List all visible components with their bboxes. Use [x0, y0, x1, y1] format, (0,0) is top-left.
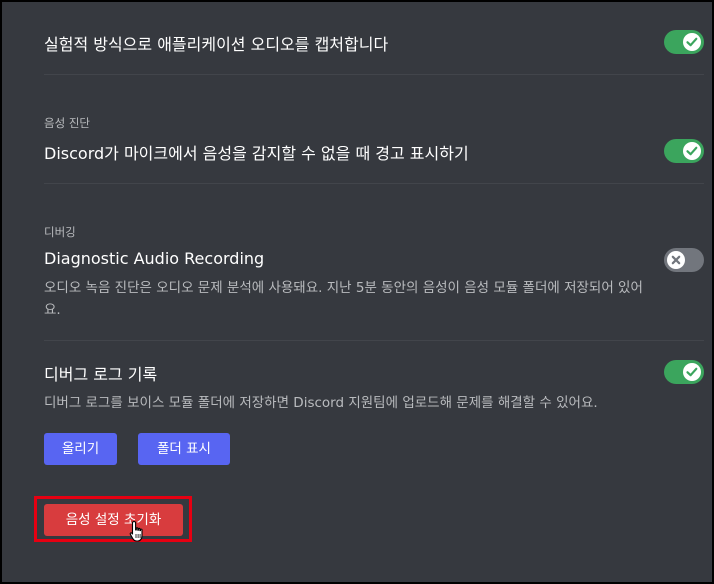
check-icon — [686, 37, 698, 47]
debug-log-toggle[interactable] — [664, 360, 704, 384]
check-icon — [686, 367, 698, 377]
description-line: 요. — [44, 302, 61, 318]
debug-log-description: 디버그 로그를 보이스 모듈 폴더에 저장하면 Discord 지원팀에 업로드… — [44, 395, 598, 411]
toggle-knob — [667, 251, 685, 269]
debug-log-title: 디버그 로그 기록 — [44, 365, 158, 384]
voice-diagnostics-label: 음성 진단 — [44, 116, 90, 130]
capture-audio-toggle[interactable] — [664, 30, 704, 54]
hand-cursor-icon — [129, 520, 143, 542]
voice-warning-title: Discord가 마이크에서 음성을 감지할 수 없을 때 경고 표시하기 — [44, 144, 469, 163]
divider — [44, 74, 704, 75]
diagnostic-recording-description: 오디오 녹음 진단은 오디오 문제 분석에 사용돼요. 지난 5분 동안의 음성… — [44, 277, 709, 321]
highlight-box — [34, 496, 192, 542]
x-icon — [671, 255, 681, 265]
divider — [44, 340, 704, 341]
toggle-knob — [683, 33, 701, 51]
voice-warning-toggle[interactable] — [664, 139, 704, 163]
divider — [44, 183, 704, 184]
show-folder-button[interactable]: 폴더 표시 — [138, 433, 230, 465]
check-icon — [686, 146, 698, 156]
description-line: 오디오 녹음 진단은 오디오 문제 분석에 사용돼요. 지난 5분 동안의 음성… — [44, 280, 643, 296]
toggle-knob — [683, 142, 701, 160]
upload-button[interactable]: 올리기 — [44, 433, 117, 465]
toggle-knob — [683, 363, 701, 381]
diagnostic-recording-toggle[interactable] — [664, 248, 704, 272]
debugging-label: 디버깅 — [44, 225, 76, 239]
capture-audio-title: 실험적 방식으로 애플리케이션 오디오를 캡처합니다 — [44, 35, 389, 54]
diagnostic-recording-title: Diagnostic Audio Recording — [44, 249, 265, 268]
